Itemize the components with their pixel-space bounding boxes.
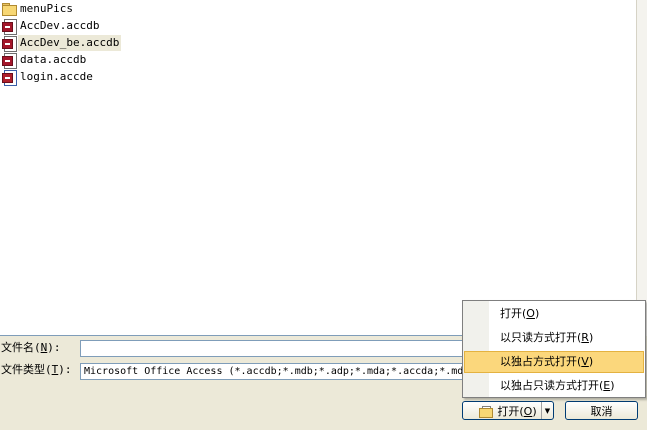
menu-item-open-exclusive[interactable]: 以独占方式打开(V)	[464, 351, 644, 373]
filename-label: 文件名(N):	[1, 341, 61, 354]
open-button-label: 打开(O)	[497, 404, 537, 418]
file-name: login.accde	[20, 70, 93, 83]
open-button[interactable]: 打开(O) ▼	[462, 401, 554, 420]
file-item-accdev[interactable]: AccDev.accdb	[1, 18, 101, 35]
file-name: data.accdb	[20, 53, 87, 66]
filetype-label: 文件类型(T):	[1, 363, 72, 376]
access-db-icon	[1, 35, 17, 52]
file-item-login[interactable]: login.accde	[1, 69, 95, 86]
file-item-menupics[interactable]: menuPics	[1, 1, 75, 17]
menu-item-open-exclusive-readonly[interactable]: 以独占只读方式打开(E)	[464, 375, 644, 397]
cancel-button[interactable]: 取消	[565, 401, 638, 420]
file-name: AccDev.accdb	[20, 19, 100, 32]
open-folder-icon	[479, 405, 494, 418]
access-locked-db-icon	[1, 69, 17, 86]
menu-item-open-readonly[interactable]: 以只读方式打开(R)	[464, 327, 644, 349]
file-item-data[interactable]: data.accdb	[1, 52, 88, 69]
file-name: menuPics	[20, 2, 73, 15]
access-db-icon	[1, 18, 17, 35]
file-item-accdev-be[interactable]: AccDev_be.accdb	[1, 35, 122, 52]
file-list[interactable]: menuPics AccDev.accdb AccDev_be.accdb da…	[0, 0, 636, 336]
open-options-menu: 打开(O) 以只读方式打开(R) 以独占方式打开(V) 以独占只读方式打开(E)	[462, 300, 646, 398]
folder-icon	[1, 1, 17, 17]
menu-item-open[interactable]: 打开(O)	[464, 303, 644, 325]
vertical-scrollbar[interactable]	[636, 0, 647, 336]
file-name: AccDev_be.accdb	[18, 35, 122, 51]
access-db-icon	[1, 52, 17, 69]
chevron-down-icon[interactable]: ▼	[541, 402, 553, 419]
